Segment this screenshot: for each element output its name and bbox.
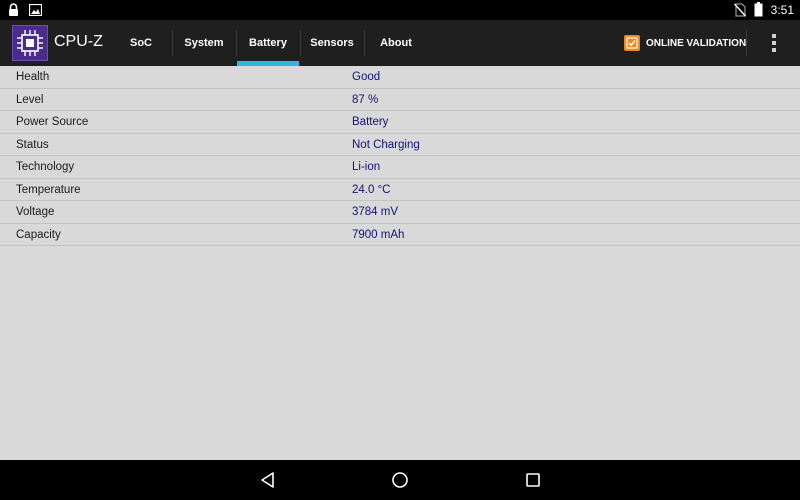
info-row-health: Health Good: [0, 66, 800, 89]
tab-system-label: System: [184, 37, 224, 49]
tab-sensors-label: Sensors: [310, 37, 354, 49]
status-time: 3:51: [770, 2, 794, 17]
info-value: 7900 mAh: [352, 228, 405, 241]
image-icon: [29, 3, 42, 16]
tab-system[interactable]: System: [172, 20, 236, 66]
app-title: CPU-Z: [54, 33, 103, 50]
tab-battery[interactable]: Battery: [236, 20, 300, 66]
info-label: Technology: [16, 161, 75, 173]
status-bar: 3:51: [0, 0, 800, 20]
status-bar-left: [8, 3, 42, 16]
recents-icon[interactable]: [523, 470, 543, 490]
info-label: Voltage: [16, 206, 55, 218]
status-bar-right: 3:51: [733, 2, 794, 17]
info-label: Status: [16, 138, 49, 151]
no-sim-icon: [733, 2, 746, 17]
info-value: 87 %: [352, 93, 379, 106]
info-row-status: Status Not Charging: [0, 134, 800, 156]
battery-info-panel: Health Good Level 87 % Power Source Batt…: [0, 66, 800, 460]
home-icon[interactable]: [390, 470, 410, 490]
info-label: Health: [16, 71, 50, 83]
validation-badge-icon: [624, 35, 640, 51]
info-value: Not Charging: [352, 138, 420, 151]
online-validation-button[interactable]: ONLINE VALIDATION: [624, 34, 746, 52]
info-value: 24.0 °C: [352, 183, 391, 196]
tab-soc-label: SoC: [130, 37, 152, 49]
tab-sensors[interactable]: Sensors: [300, 20, 364, 66]
tab-bar: SoC System Battery Sensors About: [110, 20, 428, 66]
info-label: Power Source: [16, 116, 89, 128]
back-icon[interactable]: [258, 470, 278, 490]
tab-soc[interactable]: SoC: [110, 20, 172, 66]
battery-icon: [754, 2, 763, 17]
overflow-menu-icon[interactable]: [766, 32, 782, 54]
info-value: Good: [352, 71, 381, 83]
tab-about[interactable]: About: [364, 20, 428, 66]
app-bar: CPU-Z SoC System Battery Sensors About O…: [0, 20, 800, 66]
online-validation-label: ONLINE VALIDATION: [646, 37, 747, 49]
info-row-technology: Technology Li-ion: [0, 156, 800, 179]
info-value: 3784 mV: [352, 206, 399, 218]
info-label: Temperature: [16, 183, 81, 196]
info-value: Li-ion: [352, 161, 381, 173]
info-row-temperature: Temperature 24.0 °C: [0, 179, 800, 201]
info-row-level: Level 87 %: [0, 89, 800, 111]
tab-about-label: About: [380, 37, 412, 49]
lock-icon: [9, 3, 18, 16]
cpu-chip-icon: [12, 25, 48, 61]
navigation-bar: [0, 460, 800, 500]
info-value: Battery: [352, 116, 389, 128]
tab-battery-label: Battery: [249, 37, 287, 49]
info-row-power-source: Power Source Battery: [0, 111, 800, 134]
info-row-capacity: Capacity 7900 mAh: [0, 224, 800, 246]
info-label: Capacity: [16, 228, 61, 241]
app-bar-divider: [746, 30, 747, 56]
info-label: Level: [16, 93, 44, 106]
info-row-voltage: Voltage 3784 mV: [0, 201, 800, 224]
